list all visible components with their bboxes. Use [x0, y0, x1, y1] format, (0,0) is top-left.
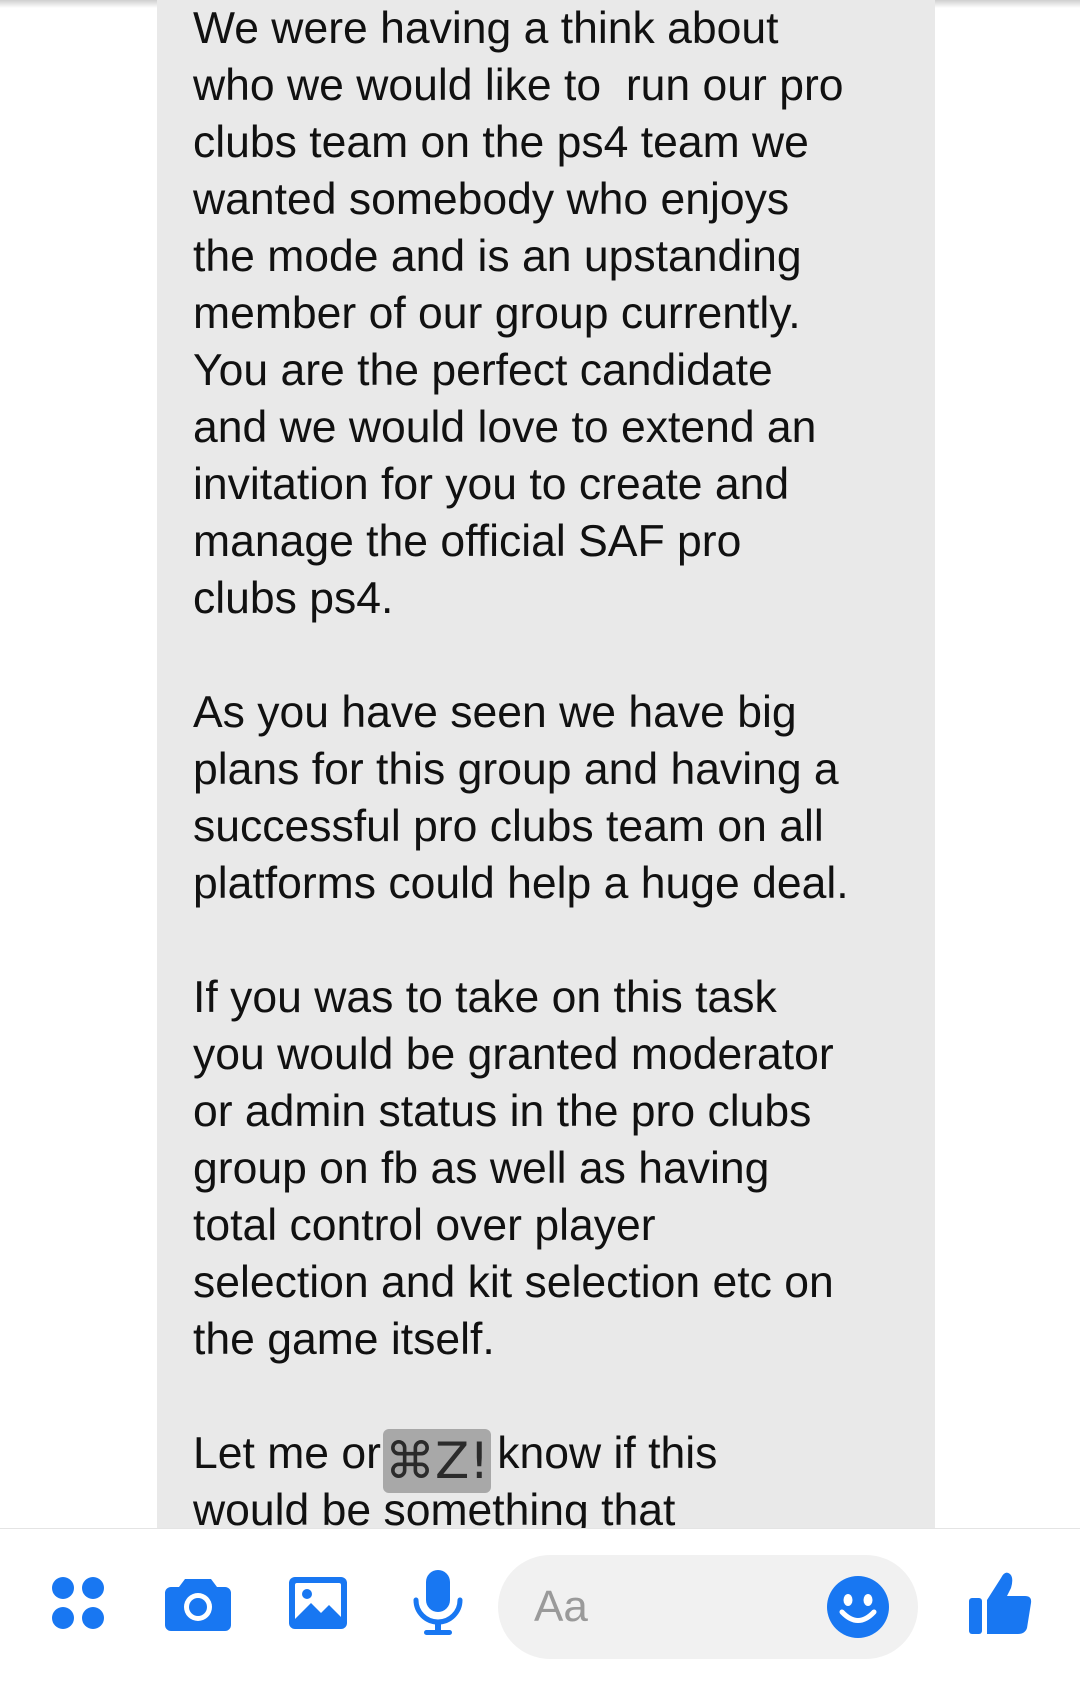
thumbs-up-icon [969, 1572, 1032, 1634]
message-line: successful pro clubs team on all [193, 802, 824, 851]
message-line: clubs ps4. [193, 574, 394, 623]
message-line: wanted somebody who enjoys [193, 175, 790, 224]
message-line: We were having a think about [193, 4, 779, 53]
message-line: group on fb as well as having [193, 1144, 770, 1193]
message-paragraph: If you was to take on this task you woul… [193, 969, 923, 1368]
message-line: total control over player [193, 1201, 656, 1250]
more-options-icon [52, 1577, 104, 1629]
more-options-button[interactable] [40, 1565, 116, 1641]
message-line: manage the official SAF pro [193, 517, 742, 566]
last-line-prefix: Let me or [193, 1429, 381, 1478]
like-button[interactable] [962, 1565, 1038, 1641]
message-line: Let me or⌘Z! know if this [193, 1425, 923, 1493]
message-line: or admin status in the pro clubs [193, 1087, 812, 1136]
message-input[interactable]: Aa [498, 1555, 918, 1659]
camera-button[interactable] [160, 1565, 236, 1641]
message-line: selection and kit selection etc on [193, 1258, 834, 1307]
message-line: clubs team on the ps4 team we [193, 118, 809, 167]
microphone-button[interactable] [400, 1565, 476, 1641]
microphone-icon [413, 1570, 463, 1635]
message-line: You are the perfect candidate [193, 346, 773, 395]
message-line: If you was to take on this task [193, 973, 777, 1022]
message-line: platforms could help a huge deal. [193, 859, 849, 908]
message-paragraph: As you have seen we have big plans for t… [193, 684, 923, 912]
message-line: plans for this group and having a [193, 745, 839, 794]
message-bubble[interactable]: We were having a think about who we woul… [157, 0, 935, 1540]
message-line: and we would love to extend an [193, 403, 817, 452]
gallery-icon [289, 1577, 347, 1629]
message-line: who we would like to run our pro [193, 61, 844, 110]
message-input-placeholder: Aa [534, 1582, 588, 1631]
message-line: invitation for you to create and [193, 460, 790, 509]
gallery-button[interactable] [280, 1565, 356, 1641]
last-line-suffix: know if this [497, 1429, 718, 1478]
smiley-icon[interactable] [826, 1575, 890, 1639]
camera-icon [165, 1579, 231, 1631]
message-line: member of our group currently. [193, 289, 801, 338]
message-line: the game itself. [193, 1315, 495, 1364]
message-line: the mode and is an upstanding [193, 232, 802, 281]
message-line: As you have seen we have big [193, 688, 797, 737]
messenger-conversation-screen: We were having a think about who we woul… [0, 0, 1080, 1686]
message-line: you would be granted moderator [193, 1030, 834, 1079]
message-text: We were having a think about who we woul… [193, 0, 923, 1539]
message-paragraph: We were having a think about who we woul… [193, 0, 923, 627]
message-composer: Aa [0, 1528, 1080, 1686]
message-paragraph: Let me or⌘Z! know if this would be someth… [193, 1425, 923, 1539]
